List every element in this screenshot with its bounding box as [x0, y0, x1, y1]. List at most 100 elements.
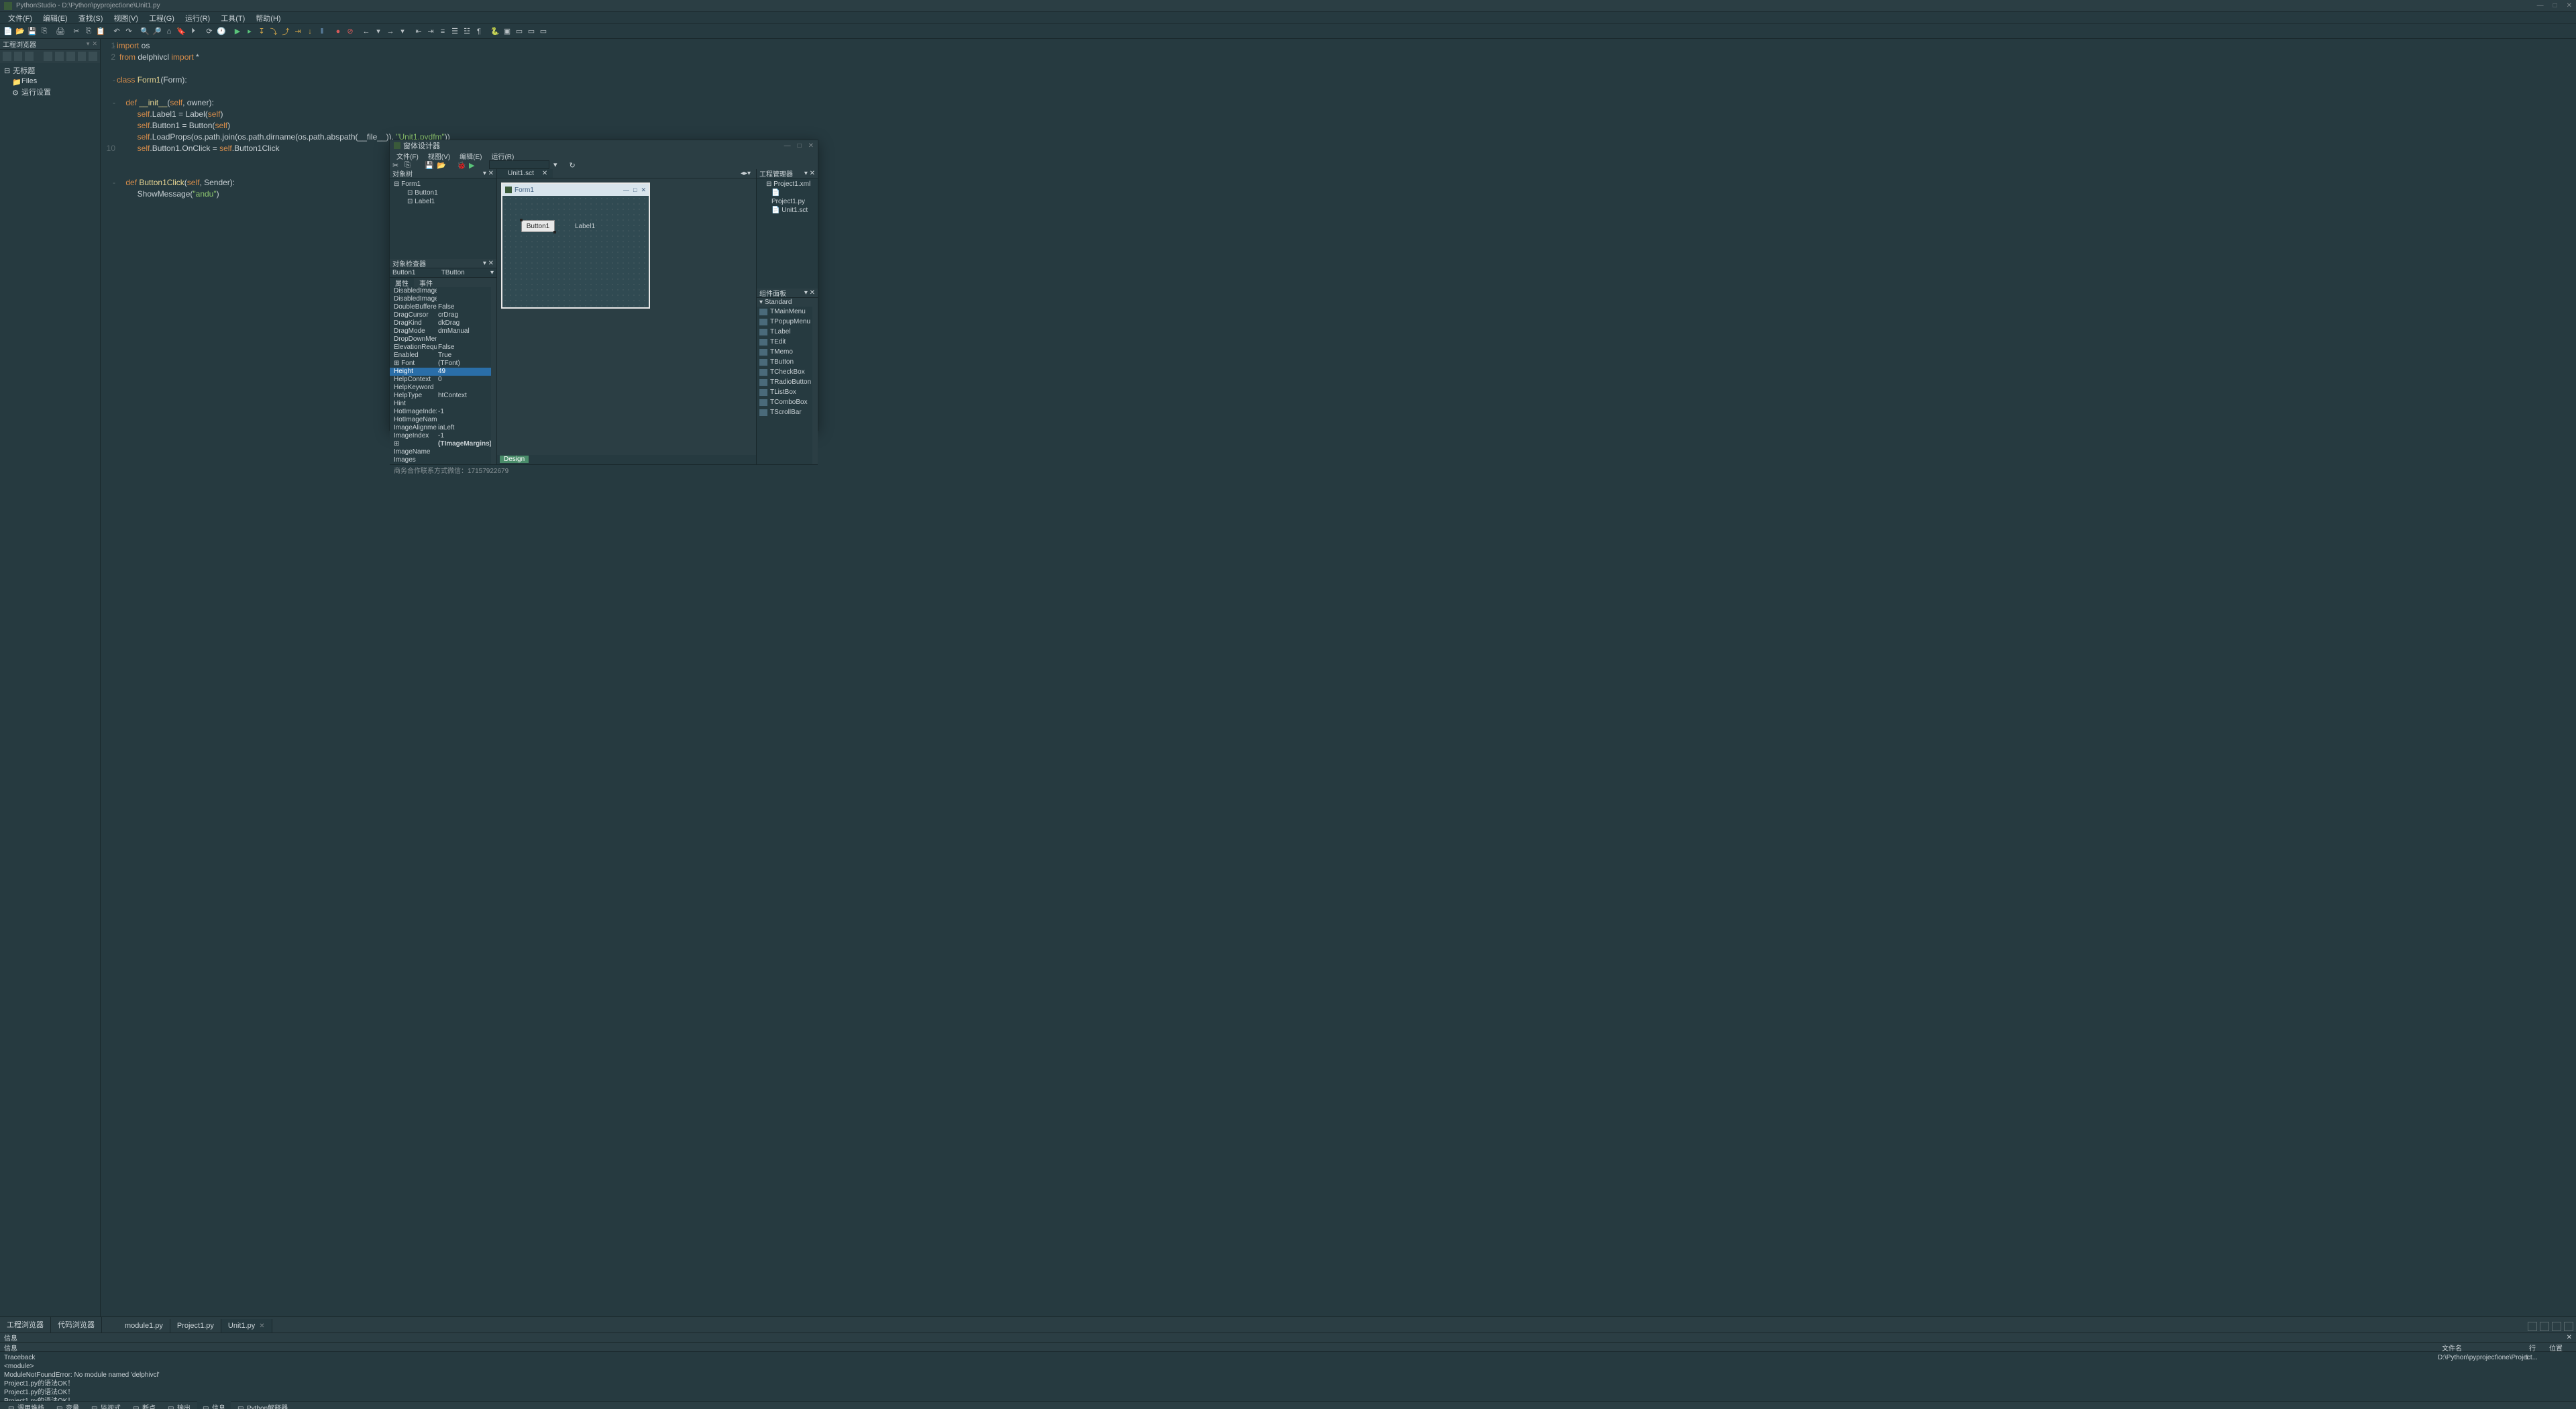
info-close-icon[interactable]: ✕ — [2567, 1334, 2572, 1341]
fd-combo[interactable] — [489, 160, 549, 169]
python-icon[interactable]: 🐍 — [490, 26, 500, 37]
msg-col-line[interactable]: 行 — [2529, 1343, 2549, 1351]
copy-icon[interactable]: ⎘ — [83, 26, 94, 37]
layout2-icon[interactable] — [2540, 1322, 2549, 1331]
maximize-button[interactable]: □ — [2553, 2, 2557, 9]
message-row[interactable]: ModuleNotFoundError: No module named 'de… — [4, 1371, 2438, 1379]
pe-grid-icon[interactable] — [78, 52, 87, 61]
step-icon[interactable]: ↓ — [305, 26, 315, 37]
home-icon[interactable]: ⌂ — [164, 26, 174, 37]
panel-pin-icon[interactable]: ▾ — [87, 40, 90, 48]
layout1-icon[interactable] — [2528, 1322, 2537, 1331]
nav-fwd-dd-icon[interactable]: ▾ — [397, 26, 408, 37]
minimize-button[interactable]: — — [2537, 2, 2544, 9]
design-tab[interactable]: Design — [500, 456, 529, 463]
bottom-tab-监视式[interactable]: ▭监视式 — [86, 1401, 126, 1409]
messages-body[interactable]: Traceback <module>ModuleNotFoundError: N… — [0, 1352, 2576, 1401]
step-over-icon[interactable]: ⤵ — [268, 26, 279, 37]
message-row[interactable]: Traceback — [4, 1353, 2438, 1362]
prop-ImageMargins[interactable]: ⊞ ImageMargins(TImageMargins) — [390, 440, 496, 448]
layout4-icon[interactable] — [2564, 1322, 2573, 1331]
close-button[interactable]: ✕ — [2567, 2, 2572, 9]
tree-files[interactable]: 📁Files — [3, 76, 97, 86]
fd-prop-scrollbar[interactable] — [491, 287, 496, 464]
fd-tab-props[interactable]: 属性 — [390, 278, 414, 287]
fd-menu-文件(F)[interactable]: 文件(F) — [392, 151, 423, 160]
prop-HelpKeyword[interactable]: HelpKeyword — [390, 384, 496, 392]
fd-tab-unit[interactable]: Unit1.sct ✕ — [497, 169, 553, 178]
dock-tab-code-explorer[interactable]: 代码浏览器 — [51, 1316, 102, 1333]
fd-design-canvas[interactable]: Form1 —□✕ Button1 Label1 — [497, 178, 756, 455]
cut-icon[interactable]: ✂ — [71, 26, 82, 37]
prop-Hint[interactable]: Hint — [390, 400, 496, 408]
prop-DropDownMenu[interactable]: DropDownMenu — [390, 335, 496, 344]
fd-menu-编辑(E)[interactable]: 编辑(E) — [455, 151, 486, 160]
pe-refresh-icon[interactable] — [44, 52, 52, 61]
fd-cut-icon[interactable]: ✂ — [392, 161, 400, 169]
run-icon[interactable]: ▶ — [232, 26, 243, 37]
bottom-tab-断点[interactable]: ▭断点 — [127, 1401, 161, 1409]
debug-icon[interactable]: ▸ — [244, 26, 255, 37]
palette-TListBox[interactable]: TListBox — [757, 387, 818, 397]
fd-close-icon[interactable]: ✕ — [808, 142, 814, 150]
pe-nav-icon[interactable] — [3, 52, 11, 61]
find-replace-icon[interactable]: 🔎 — [152, 26, 162, 37]
file-tab-project1[interactable]: Project1.py — [170, 1319, 221, 1333]
layout3-icon[interactable] — [2552, 1322, 2561, 1331]
message-row[interactable]: <module> — [4, 1362, 2438, 1371]
save-all-icon[interactable]: ⎘ — [39, 26, 50, 37]
palette-TMainMenu[interactable]: TMainMenu — [757, 307, 818, 317]
palette-TCheckBox[interactable]: TCheckBox — [757, 367, 818, 377]
fd-component-palette[interactable]: ▾ StandardTMainMenuTPopupMenuTLabelTEdit… — [757, 298, 818, 464]
menu-文件(F)[interactable]: 文件(F) — [3, 13, 38, 23]
prop-HelpType[interactable]: HelpTypehtContext — [390, 392, 496, 400]
msg-col-file[interactable]: 文件名 — [2442, 1343, 2529, 1351]
design-form[interactable]: Form1 —□✕ Button1 Label1 — [501, 182, 650, 309]
bookmark-icon[interactable]: 🔖 — [176, 26, 186, 37]
menu-编辑(E)[interactable]: 编辑(E) — [38, 13, 73, 23]
prop-DoubleBuffered[interactable]: DoubleBufferedFalse — [390, 303, 496, 311]
message-row[interactable]: Project1.py的语法OK！ — [4, 1397, 2438, 1401]
fd-object-selector[interactable]: Button1TButton▾ — [390, 268, 496, 278]
message-row[interactable]: Project1.py的语法OK！ — [4, 1388, 2438, 1397]
fd-palette-scrollbar[interactable] — [812, 298, 818, 464]
fd-debug-icon[interactable]: 🐞 — [457, 161, 465, 169]
fd-save-icon[interactable]: 💾 — [425, 161, 433, 169]
fd-project-tree[interactable]: ⊟ Project1.xml 📄 Project1.py 📄 Unit1.sct — [757, 178, 818, 289]
prop-Images[interactable]: Images — [390, 456, 496, 464]
palette-TEdit[interactable]: TEdit — [757, 337, 818, 347]
prop-HelpContext[interactable]: HelpContext0 — [390, 376, 496, 384]
bottom-tab-信息[interactable]: ▭信息 — [197, 1401, 231, 1409]
search-icon[interactable]: 🔍 — [140, 26, 150, 37]
menu-帮助(H)[interactable]: 帮助(H) — [250, 13, 286, 23]
design-label1[interactable]: Label1 — [575, 223, 595, 230]
fd-run-icon[interactable]: ▶ — [469, 161, 477, 169]
prop-Font[interactable]: ⊞ Font(TFont) — [390, 360, 496, 368]
outdent-icon[interactable]: ⇤ — [413, 26, 424, 37]
palette-TScrollBar[interactable]: TScrollBar — [757, 407, 818, 417]
prop-DisabledImageName[interactable]: DisabledImageName — [390, 287, 496, 295]
design-button1[interactable]: Button1 — [521, 220, 555, 232]
form-designer-window[interactable]: 窗体设计器 — □ ✕ 文件(F)视图(V)编辑(E)运行(R) ✂ ⎘ 💾 📂… — [389, 140, 818, 431]
terminal-icon[interactable]: ▣ — [502, 26, 513, 37]
fd-object-tree[interactable]: ⊟ Form1 ⊡ Button1 ⊡ Label1 — [390, 178, 496, 259]
menu-运行(R)[interactable]: 运行(R) — [180, 13, 215, 23]
fd-menu-视图(V)[interactable]: 视图(V) — [424, 151, 454, 160]
paste-icon[interactable]: 📋 — [95, 26, 106, 37]
record-icon[interactable]: ● — [333, 26, 343, 37]
palette-category[interactable]: ▾ Standard — [757, 298, 818, 307]
undo-icon[interactable]: ↶ — [111, 26, 122, 37]
project-tree[interactable]: ⊟ 无标题 📁Files ⚙运行设置 — [0, 63, 100, 99]
indent-icon[interactable]: ⇥ — [425, 26, 436, 37]
pe-add-icon[interactable] — [55, 52, 64, 61]
prop-DragKind[interactable]: DragKinddkDrag — [390, 319, 496, 327]
pause-icon[interactable]: ‖ — [317, 26, 327, 37]
window2-icon[interactable]: ▭ — [526, 26, 537, 37]
prop-DragCursor[interactable]: DragCursorcrDrag — [390, 311, 496, 319]
new-file-icon[interactable]: 📄 — [3, 26, 13, 37]
fd-copy-icon[interactable]: ⎘ — [405, 161, 413, 169]
window1-icon[interactable]: ▭ — [514, 26, 525, 37]
prop-ElevationRequired[interactable]: ElevationRequiredFalse — [390, 344, 496, 352]
prop-HotImageIndex[interactable]: HotImageIndex-1 — [390, 408, 496, 416]
tree-root[interactable]: ⊟ 无标题 — [3, 64, 97, 76]
